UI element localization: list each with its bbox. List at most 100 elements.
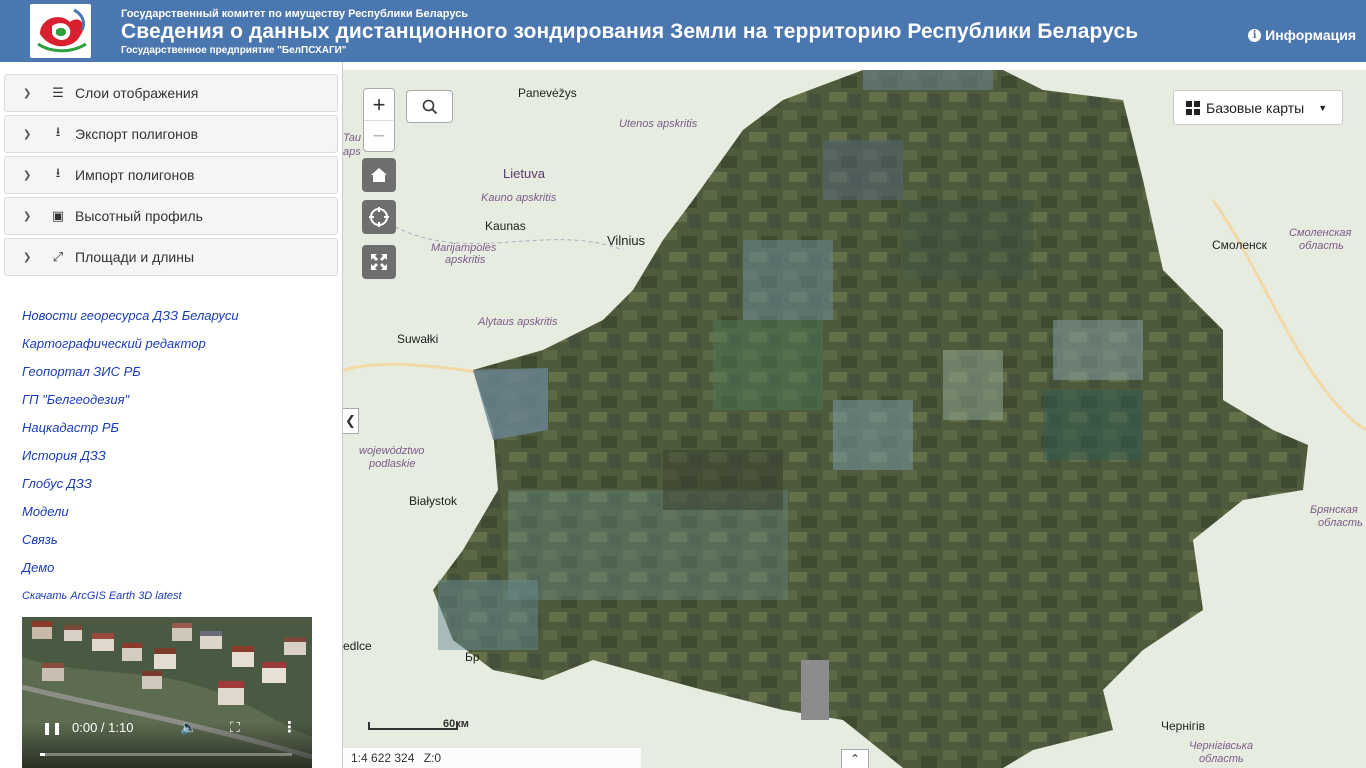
map-label: edlce bbox=[343, 639, 372, 653]
chevron-down-icon: ❯ bbox=[23, 87, 32, 99]
video-progress-fill bbox=[40, 753, 46, 756]
expand-icon bbox=[371, 254, 387, 270]
link-list: Новости георесурса ДЗЗ Беларуси Картогра… bbox=[22, 307, 239, 607]
link-contact[interactable]: Связь bbox=[22, 531, 239, 559]
video-time: 0:00 / 1:10 bbox=[72, 720, 134, 735]
video-player[interactable]: ❚❚ 0:00 / 1:10 🔈 ⛶ ⋮ bbox=[22, 617, 312, 768]
map-label: Alytaus apskritis bbox=[478, 316, 558, 328]
scale-text: 1:4 622 324 bbox=[351, 751, 415, 765]
map-label: Panevėžys bbox=[518, 86, 577, 100]
map-view[interactable]: Panevėžys Utenos apskritis Lietuva Kauno… bbox=[343, 70, 1366, 768]
map-label: область bbox=[1318, 517, 1363, 529]
map-label: podlaskie bbox=[369, 458, 416, 470]
home-icon bbox=[371, 168, 387, 182]
locate-button[interactable] bbox=[362, 200, 396, 234]
logo bbox=[30, 4, 91, 58]
link-belgeodesia[interactable]: ГП "Белгеодезия" bbox=[22, 391, 239, 419]
map-label: Бр bbox=[465, 650, 480, 664]
info-link[interactable]: i Информация bbox=[1248, 27, 1356, 43]
panel-label: Импорт полигонов bbox=[75, 167, 195, 183]
bar-chart-icon: ▣ bbox=[51, 208, 65, 223]
panel-elevation-profile[interactable]: ❯ ▣ Высотный профиль bbox=[4, 197, 338, 235]
map-label: Marijampolės bbox=[431, 242, 497, 254]
map-label: aps bbox=[343, 146, 361, 158]
upload-icon: ⭳ bbox=[55, 124, 61, 139]
map-label: область bbox=[1299, 240, 1344, 252]
panel-layers[interactable]: ❯ ☰ Слои отображения bbox=[4, 74, 338, 112]
map-label: Lietuva bbox=[503, 166, 545, 181]
chevron-down-icon: ❯ bbox=[23, 169, 32, 181]
map-label: Смоленская bbox=[1289, 227, 1352, 239]
video-controls bbox=[22, 722, 312, 768]
basemaps-label: Базовые карты bbox=[1206, 99, 1305, 116]
map-label: Брянская bbox=[1310, 504, 1358, 516]
search-icon bbox=[422, 99, 437, 114]
panel-label: Высотный профиль bbox=[75, 208, 203, 224]
link-news[interactable]: Новости георесурса ДЗЗ Беларуси bbox=[22, 307, 239, 335]
expand-bottom-panel-button[interactable]: ⌃ bbox=[841, 749, 869, 768]
chevron-down-icon: ❯ bbox=[23, 251, 32, 263]
app-header: Государственный комитет по имуществу Рес… bbox=[0, 0, 1366, 62]
more-options-icon[interactable]: ⋮ bbox=[282, 718, 297, 736]
panel-export-polygons[interactable]: ❯ ⭳ Экспорт полигонов bbox=[4, 115, 338, 153]
download-icon: ⭳ bbox=[55, 165, 61, 180]
header-subtitle: Государственное предприятие "БелПСХАГИ" bbox=[121, 45, 347, 56]
panel-label: Площади и длины bbox=[75, 249, 195, 265]
chevron-down-icon: ❯ bbox=[23, 128, 32, 140]
map-label: Чернігів bbox=[1161, 719, 1206, 733]
chevron-down-icon: ❯ bbox=[23, 210, 32, 222]
map-label: Utenos apskritis bbox=[619, 118, 698, 130]
link-geoportal[interactable]: Геопортал ЗИС РБ bbox=[22, 363, 239, 391]
link-models[interactable]: Модели bbox=[22, 503, 239, 531]
link-globe[interactable]: Глобус ДЗЗ bbox=[22, 475, 239, 503]
fullscreen-icon[interactable]: ⛶ bbox=[230, 719, 240, 736]
collapse-sidebar-button[interactable]: ❮ bbox=[343, 408, 359, 434]
resize-icon: ⤢ bbox=[52, 249, 64, 264]
panel-import-polygons[interactable]: ❯ ⭳ Импорт полигонов bbox=[4, 156, 338, 194]
map-label: область bbox=[1199, 753, 1244, 765]
zoom-level: Z:0 bbox=[423, 751, 442, 765]
map-label: Suwałki bbox=[397, 332, 439, 346]
pause-icon[interactable]: ❚❚ bbox=[42, 721, 62, 735]
page-title: Сведения о данных дистанционного зондиро… bbox=[121, 20, 1139, 43]
link-history[interactable]: История ДЗЗ bbox=[22, 447, 239, 475]
panel-areas-lengths[interactable]: ❯ ⤢ Площади и длины bbox=[4, 238, 338, 276]
info-label: Информация bbox=[1265, 27, 1356, 43]
info-icon: i bbox=[1248, 28, 1262, 42]
link-natcadastre[interactable]: Нацкадастр РБ bbox=[22, 419, 239, 447]
basemaps-dropdown[interactable]: Базовые карты ▼ bbox=[1173, 90, 1343, 125]
map-label: województwo bbox=[359, 445, 425, 457]
sidebar: ❯ ☰ Слои отображения ❯ ⭳ Экспорт полигон… bbox=[0, 62, 343, 768]
search-button[interactable] bbox=[406, 90, 453, 123]
volume-icon[interactable]: 🔈 bbox=[180, 719, 197, 736]
link-map-editor[interactable]: Картографический редактор bbox=[22, 335, 239, 363]
panel-label: Экспорт полигонов bbox=[75, 126, 199, 142]
crosshair-icon bbox=[369, 207, 389, 227]
scale-bar-label: 60км bbox=[443, 718, 469, 730]
zoom-out-button[interactable]: − bbox=[364, 120, 394, 151]
map-label: Смоленск bbox=[1212, 238, 1267, 252]
caret-down-icon: ▼ bbox=[1318, 102, 1328, 113]
link-demo[interactable]: Демо bbox=[22, 559, 239, 587]
map-label: Чернігівська bbox=[1189, 740, 1254, 752]
map-label: Kaunas bbox=[485, 219, 526, 233]
chevron-left-icon: ❮ bbox=[345, 413, 356, 428]
zoom-in-button[interactable]: + bbox=[364, 89, 394, 120]
video-progress-bar[interactable] bbox=[40, 753, 292, 756]
map-label: Białystok bbox=[409, 494, 458, 508]
header-org: Государственный комитет по имуществу Рес… bbox=[121, 8, 469, 20]
panel-label: Слои отображения bbox=[75, 85, 199, 101]
list-icon: ☰ bbox=[52, 85, 64, 100]
map-canvas[interactable] bbox=[343, 70, 1366, 768]
map-label: apskritis bbox=[445, 254, 486, 266]
scale-readout: 1:4 622 324 Z:0 bbox=[343, 748, 641, 768]
home-button[interactable] bbox=[362, 158, 396, 192]
map-label: Tau bbox=[343, 132, 361, 144]
link-arcgis-earth[interactable]: Скачать ArcGIS Earth 3D latest bbox=[22, 587, 239, 607]
map-label: Vilnius bbox=[607, 233, 646, 248]
zoom-control: + − bbox=[363, 88, 395, 152]
grid-icon bbox=[1186, 100, 1200, 115]
full-extent-button[interactable] bbox=[362, 245, 396, 279]
chevron-up-icon: ⌃ bbox=[849, 752, 861, 766]
map-label: Kauno apskritis bbox=[481, 192, 557, 204]
